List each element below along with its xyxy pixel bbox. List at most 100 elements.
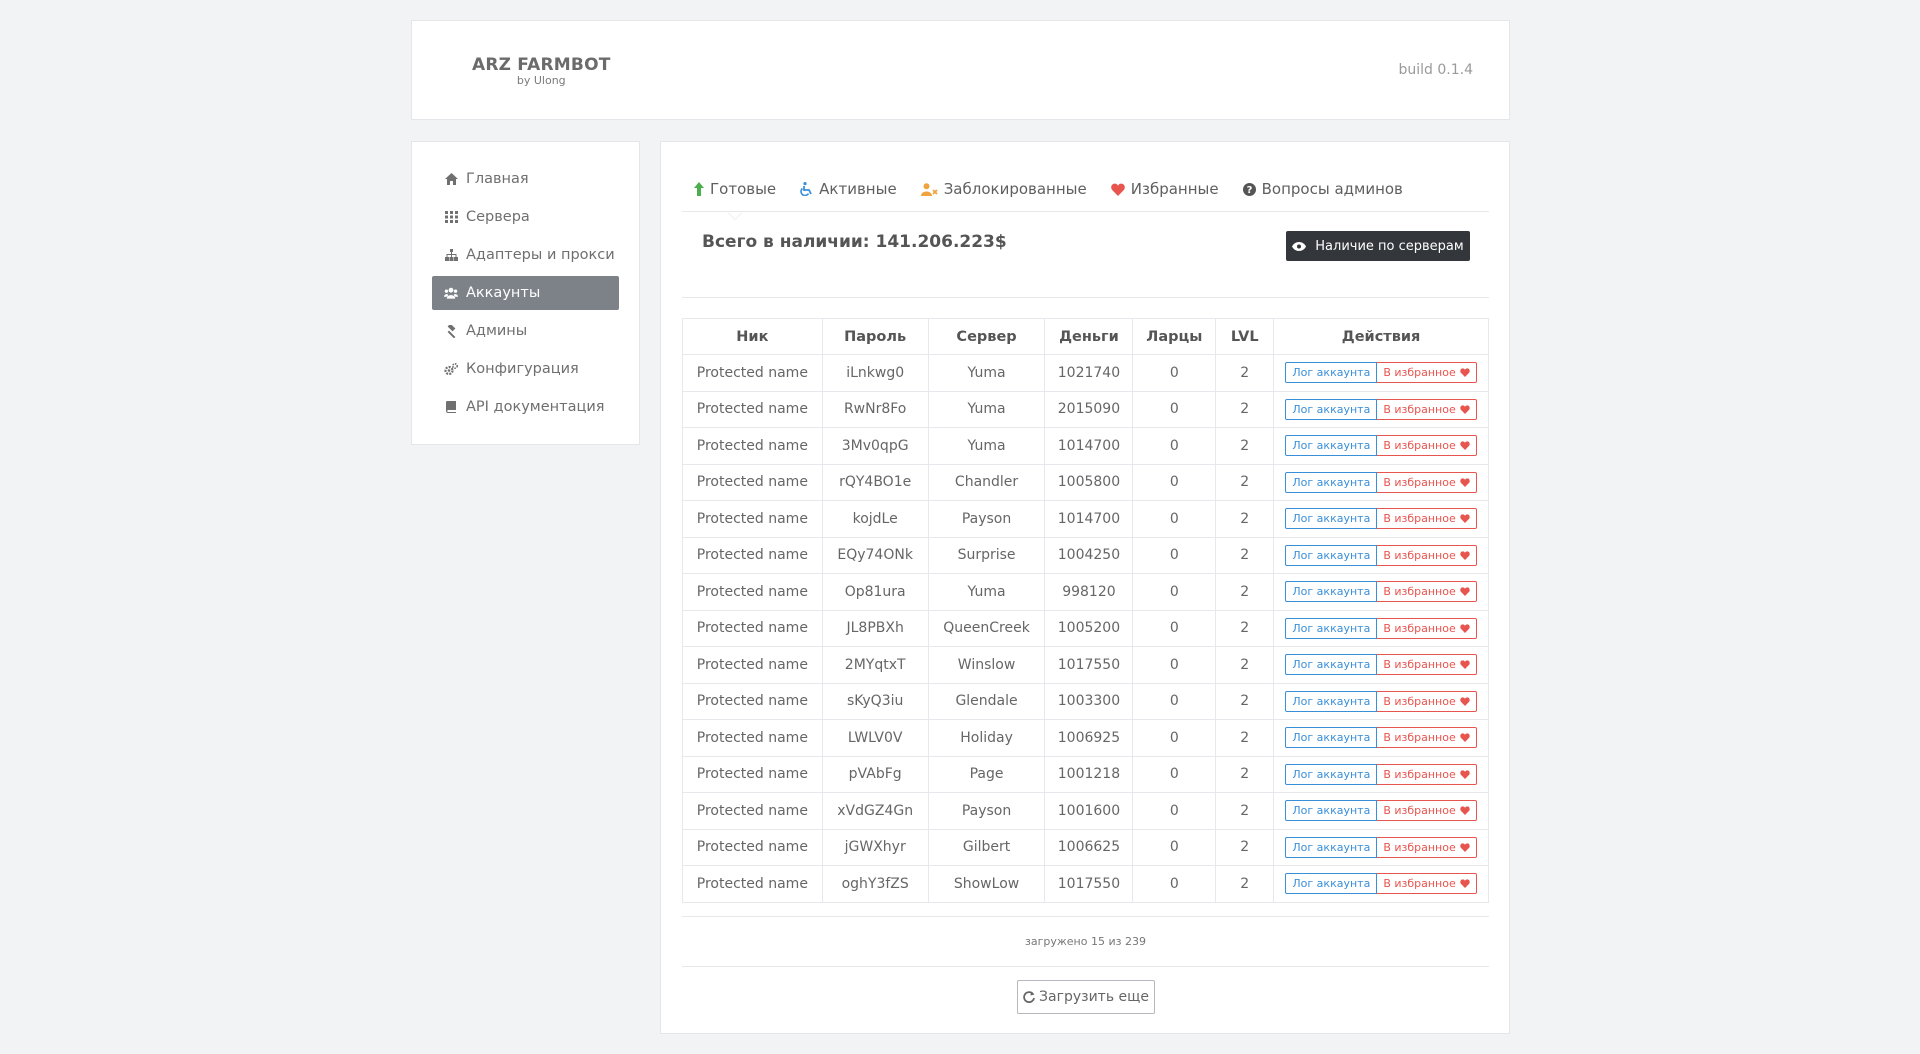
- heart-icon: [1460, 806, 1470, 816]
- password-cell: RwNr8Fo: [821, 390, 929, 428]
- money-cell: 1017550: [1044, 865, 1134, 903]
- account-log-button[interactable]: Лог аккаунта: [1285, 435, 1378, 457]
- password-cell: iLnkwg0: [821, 354, 929, 392]
- add-to-favorites-button[interactable]: В избранное: [1377, 362, 1477, 384]
- sidebar-item-api-docs[interactable]: API документация: [432, 390, 619, 424]
- tab-favorites[interactable]: Избранные: [1099, 166, 1231, 212]
- account-log-button[interactable]: Лог аккаунта: [1285, 836, 1378, 858]
- server-cell: Payson: [927, 500, 1046, 538]
- table-row: Protected name Op81ura Yuma 998120 0 2 Лог акк…: [682, 573, 1489, 611]
- add-to-favorites-button[interactable]: В избранное: [1377, 763, 1477, 785]
- account-log-button[interactable]: Лог аккаунта: [1285, 362, 1378, 384]
- add-to-favorites-button[interactable]: В избранное: [1377, 617, 1477, 639]
- chests-cell: 0: [1132, 354, 1217, 392]
- sidebar-item-adapters[interactable]: Адаптеры и прокси: [432, 238, 619, 272]
- money-cell: 1005200: [1044, 609, 1134, 647]
- add-to-favorites-button[interactable]: В избранное: [1377, 654, 1477, 676]
- password-cell: jGWXhyr: [821, 828, 929, 866]
- brand-subtitle: by Ulong: [516, 74, 566, 87]
- sidebar-item-admins[interactable]: Админы: [432, 314, 619, 348]
- account-log-button[interactable]: Лог аккаунта: [1285, 654, 1378, 676]
- add-to-favorites-button[interactable]: В избранное: [1377, 398, 1477, 420]
- tab-label: Избранные: [1130, 180, 1219, 198]
- money-cell: 1006925: [1044, 719, 1134, 757]
- servers-availability-label: Наличие по серверам: [1315, 238, 1464, 254]
- tab-blocked[interactable]: Заблокированные: [909, 166, 1099, 212]
- table-row: Protected name rQY4BO1e Chandler 1005800 0 2 Л…: [682, 463, 1489, 501]
- tab-ready[interactable]: Готовые: [682, 166, 788, 220]
- sidebar-item-accounts[interactable]: Аккаунты: [432, 276, 619, 310]
- table-row: Protected name RwNr8Fo Yuma 2015090 0 2 Лог ак…: [682, 390, 1489, 428]
- add-to-favorites-button[interactable]: В избранное: [1377, 471, 1477, 493]
- money-cell: 998120: [1044, 573, 1134, 611]
- column-header[interactable]: Пароль: [821, 318, 929, 355]
- server-cell: Payson: [927, 792, 1046, 830]
- money-cell: 1017550: [1044, 646, 1134, 684]
- nickname-cell: Protected name: [682, 755, 823, 793]
- add-to-favorites-button[interactable]: В избранное: [1377, 836, 1477, 858]
- actions-cell: Лог аккаунта В избранное: [1273, 865, 1489, 903]
- account-log-button[interactable]: Лог аккаунта: [1285, 763, 1378, 785]
- add-to-favorites-button[interactable]: В избранное: [1377, 873, 1477, 895]
- account-log-button[interactable]: Лог аккаунта: [1285, 873, 1378, 895]
- account-log-button[interactable]: Лог аккаунта: [1285, 508, 1378, 530]
- add-to-favorites-button[interactable]: В избранное: [1377, 727, 1477, 749]
- build-version: build 0.1.4: [1398, 62, 1474, 78]
- load-more-label: Загрузить еще: [1039, 989, 1149, 1005]
- column-header[interactable]: Ларцы: [1132, 318, 1217, 355]
- heart-icon: [1460, 624, 1470, 633]
- add-to-favorites-button[interactable]: В избранное: [1377, 800, 1477, 822]
- load-more-button[interactable]: Загрузить еще: [1017, 980, 1155, 1014]
- add-to-favorites-label: В избранное: [1383, 402, 1456, 416]
- money-cell: 1001600: [1044, 792, 1134, 830]
- actions-cell: Лог аккаунта В избранное: [1273, 463, 1489, 501]
- add-to-favorites-label: В избранное: [1383, 548, 1456, 562]
- account-log-button[interactable]: Лог аккаунта: [1285, 544, 1378, 566]
- table-row: Protected name kojdLe Payson 1014700 0 2 Лог а…: [682, 500, 1489, 538]
- account-log-button[interactable]: Лог аккаунта: [1285, 727, 1378, 749]
- money-cell: 1001218: [1044, 755, 1134, 793]
- add-to-favorites-button[interactable]: В избранное: [1377, 690, 1477, 712]
- add-to-favorites-button[interactable]: В избранное: [1377, 508, 1477, 530]
- servers-availability-button[interactable]: Наличие по серверам: [1286, 231, 1470, 261]
- account-log-button[interactable]: Лог аккаунта: [1285, 690, 1378, 712]
- account-log-button[interactable]: Лог аккаунта: [1285, 398, 1378, 420]
- chests-cell: 0: [1132, 755, 1217, 793]
- account-log-button[interactable]: Лог аккаунта: [1285, 471, 1378, 493]
- heart-icon: [1460, 368, 1470, 378]
- account-log-button[interactable]: Лог аккаунта: [1285, 800, 1378, 822]
- level-cell: 2: [1215, 463, 1275, 501]
- tab-admin-questions[interactable]: ? Вопросы админов: [1231, 166, 1415, 212]
- add-to-favorites-label: В избранное: [1383, 585, 1456, 599]
- actions-cell: Лог аккаунта В избранное: [1273, 828, 1489, 866]
- column-header[interactable]: Ник: [682, 318, 823, 355]
- column-header[interactable]: LVL: [1215, 318, 1275, 355]
- main-panel: Готовые Активные Заблокированные Избранн…: [660, 141, 1510, 1034]
- actions-cell: Лог аккаунта В избранное: [1273, 755, 1489, 793]
- account-log-button[interactable]: Лог аккаунта: [1285, 581, 1378, 603]
- password-cell: 2MYqtxT: [821, 646, 929, 684]
- tab-active[interactable]: Активные: [788, 166, 909, 212]
- chests-cell: 0: [1132, 792, 1217, 830]
- column-header[interactable]: Деньги: [1044, 318, 1134, 355]
- add-to-favorites-button[interactable]: В избранное: [1377, 435, 1477, 457]
- level-cell: 2: [1215, 573, 1275, 611]
- sidebar-item-label: Аккаунты: [466, 285, 541, 301]
- account-log-button[interactable]: Лог аккаунта: [1285, 617, 1378, 639]
- heart-icon: [1460, 514, 1470, 524]
- brand-logo[interactable]: ARZ FARMBOT by Ulong: [472, 55, 611, 86]
- password-cell: sKyQ3iu: [821, 682, 929, 720]
- chests-cell: 0: [1132, 573, 1217, 611]
- chests-cell: 0: [1132, 865, 1217, 903]
- level-cell: 2: [1215, 865, 1275, 903]
- column-header[interactable]: Сервер: [927, 318, 1046, 355]
- table-body: Protected name iLnkwg0 Yuma 1021740 0 2 Лог ак…: [682, 354, 1489, 903]
- level-cell: 2: [1215, 719, 1275, 757]
- sidebar-item-home[interactable]: Главная: [432, 162, 619, 196]
- password-cell: kojdLe: [821, 500, 929, 538]
- accounts-table-container: Ник Пароль Сервер Деньги Ларцы LVL Дейст…: [682, 318, 1489, 903]
- sidebar-item-config[interactable]: Конфигурация: [432, 352, 619, 386]
- add-to-favorites-button[interactable]: В избранное: [1377, 581, 1477, 603]
- add-to-favorites-button[interactable]: В избранное: [1377, 544, 1477, 566]
- sidebar-item-servers[interactable]: Сервера: [432, 200, 619, 234]
